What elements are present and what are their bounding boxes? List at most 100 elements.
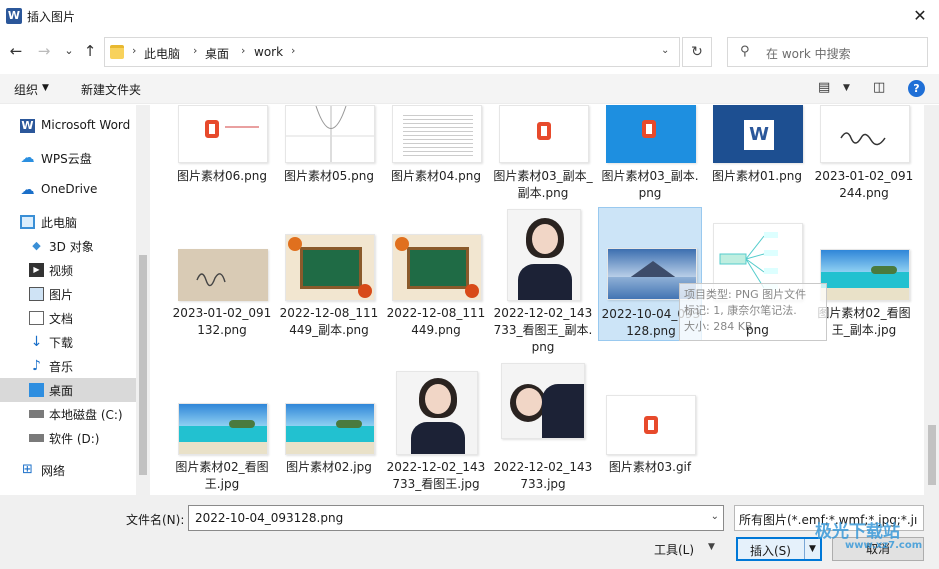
address-dropdown-icon[interactable]: ⌄ — [661, 45, 669, 56]
file-thumbnail — [178, 105, 268, 163]
file-tile[interactable]: 2022-12-08_111449_副本.png — [277, 209, 381, 339]
file-tile[interactable]: 图片素材03_副本.png — [598, 105, 702, 200]
file-tile[interactable]: W 图片素材01.png — [705, 105, 809, 189]
office-logo-icon — [205, 120, 219, 138]
sidebar-item-network[interactable]: ⊞ 网络 — [0, 458, 136, 482]
chevron-right-icon[interactable]: › — [132, 44, 136, 57]
file-tile[interactable]: 2022-12-02_143733.jpg — [491, 363, 595, 493]
portrait-uniform-icon — [518, 264, 572, 300]
sidebar-scrollbar[interactable] — [136, 105, 150, 495]
sidebar-item-label: 本地磁盘 (C:) — [49, 408, 123, 422]
dialog-title: 插入图片 — [27, 10, 76, 24]
insert-label: 插入(S) — [750, 544, 791, 558]
view-dropdown-icon[interactable]: ▼ — [843, 83, 850, 93]
forward-icon[interactable]: → — [33, 40, 55, 62]
sidebar-item-documents[interactable]: 文档 — [0, 306, 136, 330]
file-name: 2022-12-02_143733_看图王_副本.png — [493, 306, 593, 354]
new-folder-button[interactable]: 新建文件夹 — [81, 81, 141, 98]
refresh-button[interactable]: ↻ — [682, 37, 712, 67]
sidebar-item-label: 图片 — [49, 288, 74, 302]
file-name: 图片素材02_看图王_副本.jpg — [817, 306, 911, 337]
sidebar-item-onedrive[interactable]: ☁ OneDrive — [0, 178, 136, 202]
dialog-footer: 文件名(N): 2022-10-04_093128.png ⌄ 所有图片(*.e… — [0, 495, 939, 569]
file-name: 图片素材03.gif — [608, 460, 692, 474]
office-logo-icon — [644, 416, 658, 434]
sidebar-item-drive-c[interactable]: 本地磁盘 (C:) — [0, 402, 136, 426]
file-tile[interactable]: 2022-12-02_143733_看图王_副本.png — [491, 209, 595, 359]
up-folder-icon[interactable]: ↑ — [79, 40, 101, 62]
file-tile[interactable]: 图片素材02_看图王.jpg — [170, 363, 274, 493]
chevron-right-icon[interactable]: › — [291, 44, 295, 57]
portrait-face-icon — [532, 224, 558, 254]
file-thumbnail — [285, 105, 375, 163]
insert-button[interactable]: 插入(S) ▼ — [736, 537, 822, 561]
file-thumbnail — [396, 371, 478, 455]
file-thumbnail — [501, 363, 585, 439]
navigation-pane: W Microsoft Word ☁ WPS云盘 ☁ OneDrive 此电脑 … — [0, 105, 150, 495]
sidebar-item-this-pc[interactable]: 此电脑 — [0, 210, 136, 234]
sidebar-item-downloads[interactable]: ↓ 下载 — [0, 330, 136, 354]
file-tile[interactable]: 2023-01-02_091244.png — [812, 105, 916, 205]
file-name: 图片素材05.png — [284, 169, 374, 183]
file-thumbnail — [178, 249, 268, 301]
file-tile[interactable]: 图片素材06.png — [170, 105, 274, 189]
sidebar-item-wps-cloud[interactable]: ☁ WPS云盘 — [0, 146, 136, 170]
back-icon[interactable]: ← — [5, 40, 27, 62]
file-thumbnail — [392, 105, 482, 163]
file-name: 2022-12-08_111449_副本.png — [279, 306, 379, 337]
organize-menu[interactable]: 组织 — [14, 81, 38, 98]
close-icon[interactable]: ✕ — [907, 3, 933, 29]
file-tile[interactable]: 图片素材04.png — [384, 105, 488, 189]
tools-menu[interactable]: 工具(L) — [654, 541, 694, 558]
file-thumbnail — [820, 249, 910, 301]
breadcrumb-work[interactable]: work — [254, 45, 283, 59]
sidebar-item-microsoft-word[interactable]: W Microsoft Word — [0, 114, 136, 138]
command-toolbar: 组织 ▼ 新建文件夹 ▤ ▼ ◫ ? — [0, 74, 939, 104]
sidebar-item-label: WPS云盘 — [41, 152, 92, 166]
file-thumbnail — [392, 234, 482, 301]
sidebar-item-pictures[interactable]: 图片 — [0, 282, 136, 306]
file-tile[interactable]: 2022-12-08_111449.png — [384, 209, 488, 339]
file-tile[interactable]: 图片素材02.jpg — [277, 363, 381, 493]
file-grid-scrollbar[interactable] — [924, 105, 939, 495]
file-name: 图片素材03_副本.png — [601, 169, 699, 200]
chevron-right-icon[interactable]: › — [193, 44, 197, 57]
file-tile[interactable]: 图片素材02_看图王_副本.jpg — [812, 209, 916, 339]
sidebar-item-3d-objects[interactable]: ◆ 3D 对象 — [0, 234, 136, 258]
chalkboard-icon — [407, 247, 469, 289]
sidebar-item-label: 视频 — [49, 264, 74, 278]
preview-pane-icon[interactable]: ◫ — [873, 80, 885, 95]
file-name: 图片素材04.png — [391, 169, 481, 183]
view-options-icon[interactable]: ▤ — [818, 80, 830, 95]
sidebar-item-drive-d[interactable]: 软件 (D:) — [0, 426, 136, 450]
sidebar-item-music[interactable]: ♪ 音乐 — [0, 354, 136, 378]
file-tile[interactable]: 2022-12-02_143733_看图王.jpg — [384, 363, 488, 493]
file-tile[interactable]: 图片素材05.png — [277, 105, 381, 189]
breadcrumb-desktop[interactable]: 桌面 — [205, 45, 229, 62]
sidebar-item-videos[interactable]: ▶ 视频 — [0, 258, 136, 282]
file-name-fragment: png — [746, 323, 769, 337]
chevron-right-icon[interactable]: › — [241, 44, 245, 57]
organize-dropdown-icon[interactable]: ▼ — [42, 83, 49, 93]
tools-dropdown-icon[interactable]: ▼ — [708, 542, 715, 552]
address-bar[interactable]: › 此电脑 › 桌面 › work › ⌄ — [104, 37, 680, 67]
file-tile[interactable]: 图片素材03_副本_副本.png — [491, 105, 595, 200]
help-icon[interactable]: ? — [908, 80, 925, 97]
sidebar-item-label: 软件 (D:) — [49, 432, 100, 446]
breadcrumb-this-pc[interactable]: 此电脑 — [144, 45, 180, 62]
file-grid-scrollbar-thumb[interactable] — [928, 425, 936, 485]
recent-locations-chevron-icon[interactable]: ⌄ — [58, 40, 80, 62]
sidebar-scrollbar-thumb[interactable] — [139, 255, 147, 475]
cloud-icon: ☁ — [20, 150, 35, 166]
file-thumbnail — [285, 403, 375, 455]
chevron-down-icon[interactable]: ⌄ — [711, 511, 719, 522]
file-tile[interactable]: 图片素材03.gif — [598, 363, 702, 493]
sidebar-item-desktop[interactable]: 桌面 — [0, 378, 136, 402]
search-box[interactable]: ⚲ 在 work 中搜索 — [727, 37, 928, 67]
file-name: 图片素材03_副本_副本.png — [493, 169, 593, 200]
video-icon: ▶ — [29, 263, 44, 277]
filename-input[interactable]: 2022-10-04_093128.png ⌄ — [188, 505, 724, 531]
word-logo-icon: W — [744, 120, 774, 150]
file-tile[interactable]: 2023-01-02_091132.png — [170, 209, 274, 339]
file-thumbnail: W — [713, 105, 803, 163]
